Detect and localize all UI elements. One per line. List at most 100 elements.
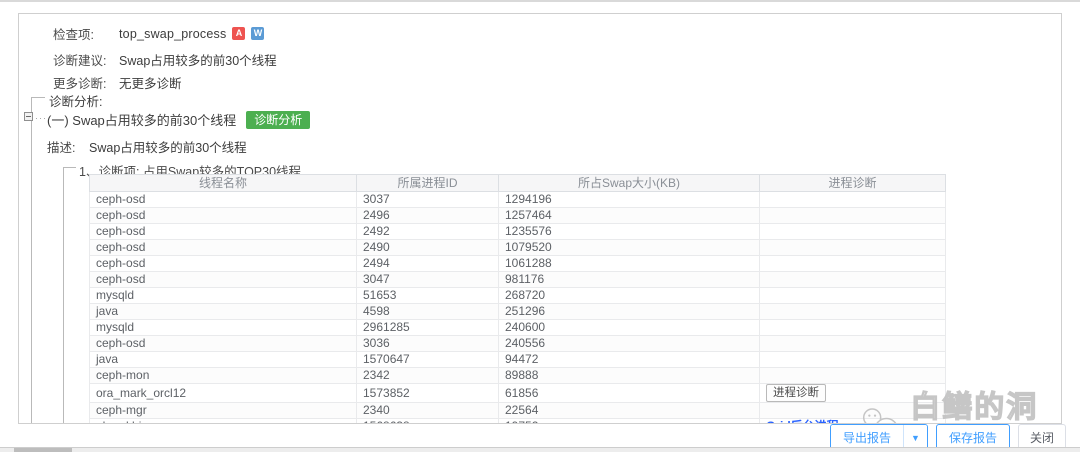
cell-process-diagnosis	[759, 303, 946, 320]
cell-thread-name: java	[89, 351, 357, 368]
cell-process-id: 2342	[356, 367, 499, 384]
table-row: java 4598 251296	[89, 303, 946, 320]
table-row: mysqld 51653 268720	[89, 287, 946, 304]
cell-swap-size: 1061288	[498, 255, 760, 272]
cell-thread-name: ceph-osd	[89, 271, 357, 288]
cell-process-id: 3036	[356, 335, 499, 352]
tree-guide-line	[31, 97, 32, 423]
tree-guide-line-nested	[63, 167, 64, 423]
cell-thread-name: ceph-osd	[89, 191, 357, 208]
diagnosis-report-panel: 检查项: top_swap_process A W 诊断建议: Swap占用较多…	[18, 13, 1062, 424]
cell-swap-size: 251296	[498, 303, 760, 320]
cell-swap-size: 89888	[498, 367, 760, 384]
diagnosis-analysis-button[interactable]: 诊断分析	[246, 110, 311, 129]
table-row: ceph-osd 2490 1079520	[89, 239, 946, 256]
table-header-row: 线程名称 所属进程ID 所占Swap大小(KB) 进程诊断	[89, 174, 946, 192]
cell-process-id: 1570647	[356, 351, 499, 368]
process-diagnosis-link[interactable]: Grid后台进程	[766, 420, 839, 424]
cell-swap-size: 61856	[498, 383, 760, 403]
cell-swap-size: 22564	[498, 402, 760, 419]
cell-swap-size: 240556	[498, 335, 760, 352]
cell-swap-size: 1235576	[498, 223, 760, 240]
cell-swap-size: 1257464	[498, 207, 760, 224]
cell-process-id: 2340	[356, 402, 499, 419]
header-process-id: 所属进程ID	[356, 174, 499, 192]
cell-process-id: 3037	[356, 191, 499, 208]
table-row: ora_mark_orcl12 1573852 61856 进程诊断	[89, 383, 946, 403]
header-thread-name: 线程名称	[89, 174, 357, 192]
cell-process-diagnosis	[759, 287, 946, 304]
cell-process-diagnosis	[759, 239, 946, 256]
table-row: ceph-mgr 2340 22564	[89, 402, 946, 419]
cell-process-id: 4598	[356, 303, 499, 320]
section-row: (一) Swap占用较多的前30个线程 诊断分析	[47, 110, 311, 129]
cell-thread-name: mysqld	[89, 287, 357, 304]
export-word-icon[interactable]: W	[251, 27, 265, 40]
description-value: Swap占用较多的前30个线程	[89, 141, 247, 155]
table-row: ceph-osd 2496 1257464	[89, 207, 946, 224]
analysis-label: 诊断分析:	[49, 95, 103, 109]
table-row: ceph-osd 3036 240556	[89, 335, 946, 352]
swap-table-body: ceph-osd 3037 1294196 ceph-osd 2496 1257464 ce…	[89, 191, 946, 424]
cell-thread-name: ceph-osd	[89, 335, 357, 352]
cell-process-id: 2494	[356, 255, 499, 272]
process-diagnosis-button[interactable]: 进程诊断	[766, 384, 826, 402]
cell-thread-name: java	[89, 303, 357, 320]
more-diagnosis-value: 无更多诊断	[119, 77, 182, 91]
cell-swap-size: 19752	[498, 418, 760, 423]
cell-thread-name: ceph-osd	[89, 255, 357, 272]
cell-swap-size: 981176	[498, 271, 760, 288]
cell-process-diagnosis	[759, 335, 946, 352]
cell-swap-size: 268720	[498, 287, 760, 304]
cell-process-diagnosis	[759, 271, 946, 288]
cell-swap-size: 1294196	[498, 191, 760, 208]
table-row: ceph-osd 3047 981176	[89, 271, 946, 288]
cell-thread-name: ceph-osd	[89, 223, 357, 240]
cell-swap-size: 1079520	[498, 239, 760, 256]
table-row: ceph-osd 2492 1235576	[89, 223, 946, 240]
swap-table: 线程名称 所属进程ID 所占Swap大小(KB) 进程诊断 ceph-osd 30…	[89, 174, 946, 424]
tree-expander-dots: ···	[35, 113, 47, 123]
cell-process-diagnosis	[759, 319, 946, 336]
horizontal-scrollbar[interactable]	[0, 447, 1080, 452]
more-diagnosis-label: 更多诊断:	[53, 77, 107, 91]
export-pdf-icon[interactable]: A	[232, 27, 246, 40]
scrollbar-thumb[interactable]	[14, 448, 72, 452]
table-row: ceph-mon 2342 89888	[89, 367, 946, 384]
cell-process-id: 1573852	[356, 383, 499, 403]
check-item-label: 检查项:	[53, 28, 94, 42]
cell-thread-name: ceph-mgr	[89, 402, 357, 419]
check-item-value: top_swap_process	[119, 26, 227, 41]
more-diagnosis-row: 更多诊断: 无更多诊断	[53, 73, 182, 92]
cell-process-id: 1568638	[356, 418, 499, 423]
cell-process-diagnosis	[759, 367, 946, 384]
table-row: ceph-osd 3037 1294196	[89, 191, 946, 208]
cell-thread-name: ceph-osd	[89, 207, 357, 224]
tree-guide-tick-nested	[63, 167, 76, 168]
header-process-diagnosis: 进程诊断	[759, 174, 946, 192]
cell-process-diagnosis	[759, 191, 946, 208]
cell-process-id: 2490	[356, 239, 499, 256]
cell-process-id: 2961285	[356, 319, 499, 336]
description-row: 描述: Swap占用较多的前30个线程	[47, 137, 247, 156]
table-row: ceph-osd 2494 1061288	[89, 255, 946, 272]
cell-process-diagnosis: 进程诊断	[759, 383, 946, 403]
check-item-row: 检查项: top_swap_process A W	[53, 24, 265, 43]
cell-process-id: 2492	[356, 223, 499, 240]
table-row: mysqld 2961285 240600	[89, 319, 946, 336]
analysis-row: 诊断分析:	[49, 91, 102, 110]
cell-process-diagnosis	[759, 255, 946, 272]
cell-process-diagnosis	[759, 402, 946, 419]
header-swap-size: 所占Swap大小(KB)	[498, 174, 760, 192]
cell-process-id: 51653	[356, 287, 499, 304]
cell-process-id: 2496	[356, 207, 499, 224]
tree-expander-icon[interactable]	[24, 112, 33, 121]
cell-process-diagnosis	[759, 351, 946, 368]
cell-thread-name: mysqld	[89, 319, 357, 336]
table-row: java 1570647 94472	[89, 351, 946, 368]
section-title: (一) Swap占用较多的前30个线程	[47, 113, 237, 128]
cell-process-diagnosis	[759, 223, 946, 240]
cell-thread-name: ora_mark_orcl12	[89, 383, 357, 403]
cell-process-diagnosis	[759, 207, 946, 224]
cell-thread-name: ceph-mon	[89, 367, 357, 384]
